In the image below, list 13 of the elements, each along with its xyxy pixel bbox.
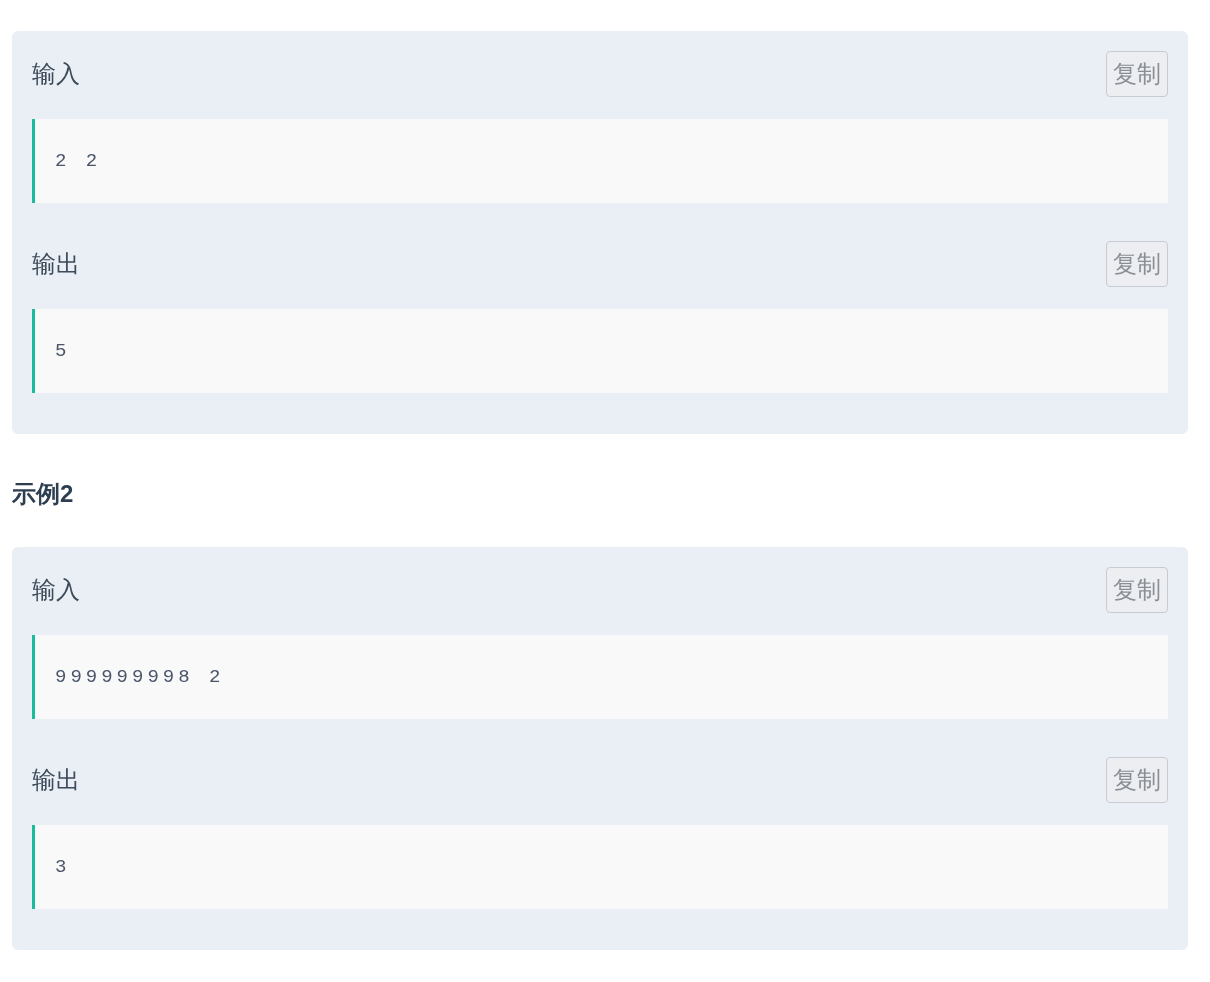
copy-button[interactable]: 复制: [1106, 567, 1168, 613]
section-label: 输出: [32, 249, 80, 279]
copy-button[interactable]: 复制: [1106, 757, 1168, 803]
code-block: 5: [32, 309, 1168, 393]
section-label: 输出: [32, 765, 80, 795]
code-block: 999999998 2: [32, 635, 1168, 719]
copy-button[interactable]: 复制: [1106, 241, 1168, 287]
section-label: 输入: [32, 575, 80, 605]
code-block: 2 2: [32, 119, 1168, 203]
example-heading: 示例2: [12, 482, 75, 506]
copy-button[interactable]: 复制: [1106, 51, 1168, 97]
section-label: 输入: [32, 59, 80, 89]
code-block: 3: [32, 825, 1168, 909]
